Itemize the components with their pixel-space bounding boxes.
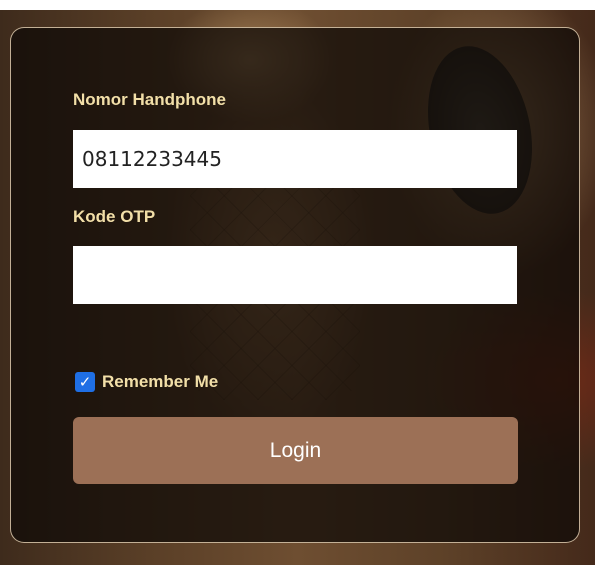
phone-label: Nomor Handphone: [73, 90, 226, 109]
checkmark-icon: ✓: [78, 372, 92, 391]
remember-me-checkbox[interactable]: ✓: [75, 372, 95, 392]
remember-me-label: Remember Me: [102, 372, 219, 391]
remember-me[interactable]: ✓ Remember Me: [75, 372, 218, 392]
otp-label: Kode OTP: [73, 207, 156, 226]
top-strip: [0, 0, 595, 10]
otp-input[interactable]: [73, 246, 517, 304]
login-button[interactable]: Login: [73, 417, 518, 484]
phone-input[interactable]: [73, 130, 517, 188]
